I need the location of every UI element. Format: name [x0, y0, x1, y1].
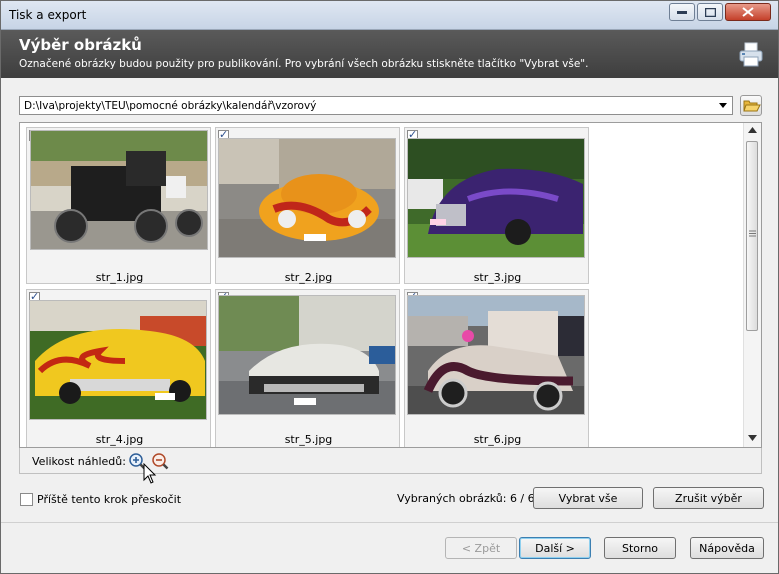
folder-path-combobox[interactable]: D:\Iva\projekty\TEU\pomocné obrázky\kale…: [19, 96, 733, 115]
thumbnail-image[interactable]: [218, 295, 396, 415]
thumbnail-image[interactable]: [407, 138, 585, 258]
thumbnail-tile[interactable]: str_6.jpg: [404, 289, 589, 447]
window-title: Tisk a export: [9, 8, 87, 22]
deselect-all-button[interactable]: Zrušit výběr: [653, 487, 764, 509]
grip-icon: [749, 230, 756, 237]
vintage-car-photo: [31, 131, 207, 249]
page-title: Výběr obrázků: [19, 36, 142, 54]
next-button[interactable]: Další >: [519, 537, 591, 559]
thumbnail-image[interactable]: [29, 300, 207, 420]
footer-divider: [1, 522, 778, 523]
thumbnail-filename: str_4.jpg: [95, 433, 144, 446]
thumbnail-tile[interactable]: str_5.jpg: [215, 289, 400, 447]
help-button[interactable]: Nápověda: [690, 537, 764, 559]
flame-car-photo: [30, 301, 206, 419]
folder-path-value: D:\Iva\projekty\TEU\pomocné obrázky\kale…: [24, 100, 317, 112]
dialog-window: Tisk a export Výběr obrázků Označené obr…: [0, 0, 779, 574]
gallery-scrollbar[interactable]: [743, 123, 761, 447]
thumbnail-tile[interactable]: str_3.jpg: [404, 127, 589, 284]
scrollbar-thumb[interactable]: [746, 141, 758, 331]
skip-step-checkbox[interactable]: Příště tento krok přeskočit: [20, 493, 181, 506]
scroll-down-icon[interactable]: [748, 435, 757, 441]
thumbnail-size-label: Velikost náhledů:: [32, 455, 126, 468]
thumbnail-filename: str_1.jpg: [95, 271, 144, 284]
minimize-button[interactable]: [669, 3, 695, 21]
thumbnail-tile[interactable]: str_1.jpg: [26, 127, 211, 284]
selected-count: Vybraných obrázků: 6 / 6: [397, 492, 535, 505]
chevron-down-icon[interactable]: [716, 98, 730, 113]
title-bar[interactable]: Tisk a export: [1, 1, 778, 30]
classic-car-photo: [219, 296, 395, 414]
maximize-button[interactable]: [697, 3, 723, 21]
page-subtitle: Označené obrázky budou použity pro publi…: [19, 58, 589, 70]
scroll-up-icon[interactable]: [748, 127, 757, 133]
thumbnail-tile[interactable]: str_2.jpg: [215, 127, 400, 284]
thumbnail-gallery[interactable]: str_1.jpg str_2.jpg: [19, 122, 762, 448]
thumbnail-image[interactable]: [30, 130, 208, 250]
beetle-car-photo: [219, 139, 395, 257]
thumbnail-filename: str_6.jpg: [473, 433, 522, 446]
close-icon: [742, 7, 754, 17]
checkbox-box[interactable]: [20, 493, 33, 506]
maximize-icon: [704, 7, 716, 17]
back-button[interactable]: < Zpět: [445, 537, 517, 559]
close-button[interactable]: [725, 3, 771, 21]
thumbnail-image[interactable]: [407, 295, 585, 415]
browse-folder-button[interactable]: [740, 95, 762, 116]
cancel-button[interactable]: Storno: [604, 537, 676, 559]
printer-icon: [739, 42, 763, 67]
wedding-car-photo: [408, 296, 584, 414]
skip-step-label: Příště tento krok přeskočit: [37, 493, 182, 506]
thumbnail-size-bar: Velikost náhledů:: [19, 448, 762, 474]
thumbnail-filename: str_5.jpg: [284, 433, 333, 446]
select-all-button[interactable]: Vybrat vše: [533, 487, 643, 509]
wizard-header: Výběr obrázků Označené obrázky budou pou…: [1, 30, 778, 78]
thumbnail-filename: str_2.jpg: [284, 271, 333, 284]
mouse-cursor-icon: [143, 463, 157, 484]
purple-car-photo: [408, 139, 584, 257]
folder-open-icon: [743, 100, 761, 112]
minimize-icon: [677, 11, 687, 14]
thumbnail-tile[interactable]: str_4.jpg: [26, 289, 211, 447]
thumbnail-image[interactable]: [218, 138, 396, 258]
thumbnail-filename: str_3.jpg: [473, 271, 522, 284]
